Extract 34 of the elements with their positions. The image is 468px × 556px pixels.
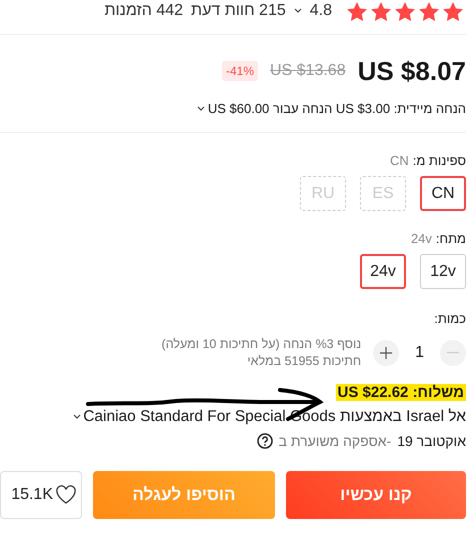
- help-icon: [256, 433, 273, 449]
- option-value: CN: [390, 153, 409, 168]
- order-count: 442 הזמנות: [104, 2, 184, 20]
- caret-icon: [294, 8, 302, 14]
- option-label: מתח:: [436, 231, 466, 246]
- option-value: 24v: [410, 231, 432, 246]
- star-icon: [346, 0, 368, 22]
- review-count[interactable]: 215 חוות דעת: [191, 2, 286, 20]
- quantity-note: חתיכות 51955 במלאי: [246, 353, 362, 370]
- caret-icon: [73, 414, 82, 420]
- caret-icon: [196, 106, 205, 112]
- delivery-date: אוקטובר 19: [397, 433, 466, 449]
- option-chip[interactable]: 24v: [360, 254, 406, 289]
- increase-button[interactable]: [373, 340, 400, 366]
- quantity-label: כמות:: [434, 311, 466, 326]
- original-price: US $13.68: [270, 62, 346, 80]
- promo-text: הנחה מיידית: US $3.00 הנחה עבור US $60.00: [208, 101, 466, 116]
- star-icon: [418, 0, 440, 22]
- quantity-note: נוסף %3 הנחה (על חתיכות 10 ומעלה): [162, 336, 362, 353]
- wishlist-button[interactable]: 15.1K: [0, 471, 82, 519]
- delivery-label: -אספקה משוערת ב: [278, 433, 392, 449]
- option-chip[interactable]: 12v: [420, 254, 466, 289]
- option-label: ספינות מ:: [412, 153, 466, 168]
- quantity-value: 1: [415, 344, 424, 362]
- option-chip[interactable]: CN: [420, 176, 466, 211]
- current-price: US $8.07: [358, 56, 466, 86]
- minus-icon: [447, 352, 459, 354]
- heart-icon: [55, 485, 77, 505]
- star-icon: [442, 0, 464, 22]
- star-icon: [394, 0, 416, 22]
- discount-badge: -41%: [222, 61, 258, 81]
- plus-icon: [380, 347, 392, 359]
- star-icon: [370, 0, 392, 22]
- rating-score: 4.8: [310, 2, 332, 20]
